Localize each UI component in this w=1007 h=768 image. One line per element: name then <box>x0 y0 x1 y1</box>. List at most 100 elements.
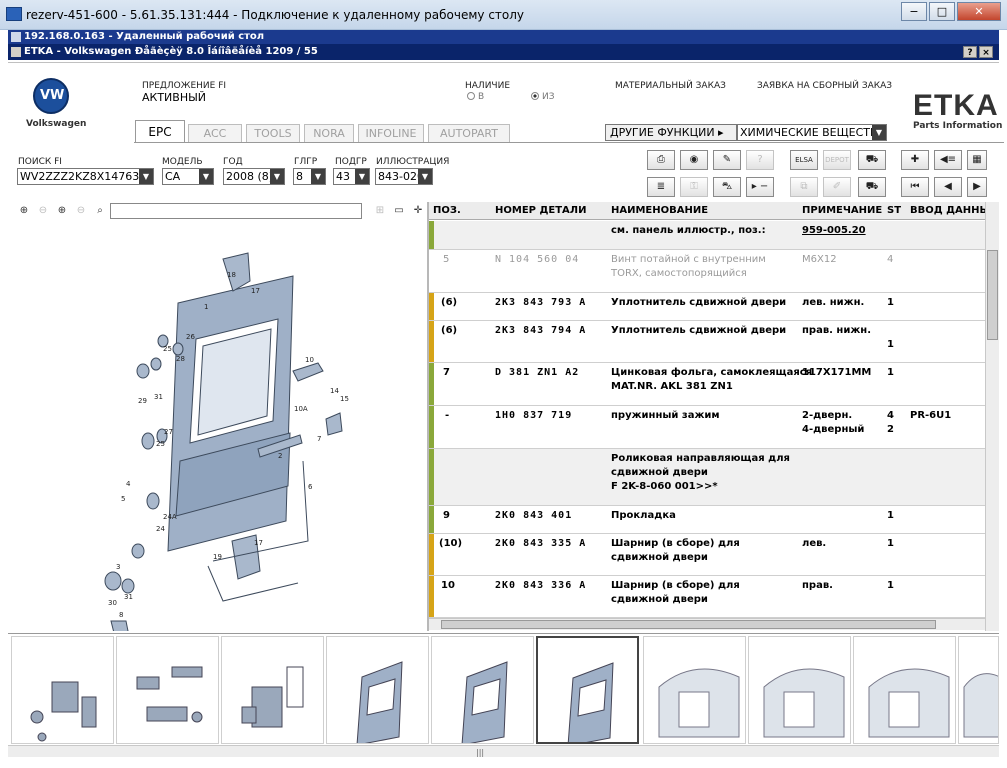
chevron-down-icon[interactable]: ▼ <box>139 169 153 184</box>
thumbnail[interactable] <box>748 636 851 744</box>
col-st[interactable]: ST <box>887 205 901 216</box>
pin-icon[interactable]: ✚ <box>901 150 929 170</box>
prev-icon[interactable]: ◀ <box>934 177 962 197</box>
col-part[interactable]: НОМЕР ДЕТАЛИ <box>495 205 586 216</box>
exploded-view-illustration[interactable]: 18 17 1 26 25 28 29 31 10 14 15 10A 7 27 25 45 2 6 2… <box>8 221 427 642</box>
zoom-reset-icon[interactable]: ⊖ <box>73 203 89 219</box>
zoom-out-icon[interactable]: ⊖ <box>35 203 51 219</box>
row-name-line3: F 2K-8-060 001>>* <box>611 481 718 492</box>
table-row[interactable]: 5 N 104 560 04 Винт потайной с внутренни… <box>429 250 985 293</box>
chemicals-combo[interactable]: ХИМИЧЕСКИЕ ВЕЩЕСТВА ▼ <box>737 124 887 141</box>
other-functions-button[interactable]: ДРУГИЕ ФУНКЦИИ ▸ <box>605 124 737 141</box>
table-row[interactable]: Роликовая направляющая для сдвижной двер… <box>429 449 985 506</box>
thumbnail[interactable] <box>116 636 219 744</box>
text-icon[interactable]: ≣ <box>647 177 675 197</box>
col-input[interactable]: ВВОД ДАННЫХ <box>910 205 985 216</box>
tab-epc[interactable]: EPC <box>135 120 185 143</box>
subgroup-select[interactable]: 43 ▼ <box>333 168 370 185</box>
table-row[interactable]: 10 2K0 843 336 A Шарнир (в сборе) для сд… <box>429 576 985 618</box>
table-row[interactable]: см. панель иллюстр., поз.: 959-005.20 <box>429 221 985 250</box>
chevron-down-icon[interactable]: ▼ <box>311 169 325 184</box>
thumbnail[interactable] <box>221 636 324 744</box>
split-view-icon[interactable]: ⊞ <box>372 203 388 219</box>
chevron-down-icon[interactable]: ▼ <box>355 169 369 184</box>
next-icon[interactable]: ▶ <box>967 177 987 197</box>
tab-acc[interactable]: ACC <box>188 124 242 142</box>
window-icon[interactable]: ▭ <box>391 203 407 219</box>
row-st-line2: 2 <box>887 424 894 435</box>
help-button[interactable]: ? <box>963 46 977 58</box>
illustration-select[interactable]: 843-020 ▼ <box>375 168 433 185</box>
chevron-down-icon[interactable]: ▼ <box>199 169 213 184</box>
move-icon[interactable]: ✛ <box>410 203 426 219</box>
scroll-thumb[interactable] <box>441 620 936 629</box>
model-select[interactable]: CA ▼ <box>162 168 214 185</box>
grid-icon[interactable]: ▦ <box>967 150 987 170</box>
table-horizontal-scrollbar[interactable] <box>429 618 985 630</box>
help-icon[interactable]: ? <box>746 150 774 170</box>
row-note: лев. нижн. <box>802 297 865 308</box>
col-pos[interactable]: ПОЗ. <box>433 205 461 216</box>
table-row[interactable]: (6) 2K3 843 794 A Уплотнитель сдвижной д… <box>429 321 985 363</box>
cart-icon[interactable]: ⛟ <box>858 150 886 170</box>
copy-icon[interactable]: ⧉ <box>790 177 818 197</box>
minimize-button[interactable]: − <box>901 2 927 21</box>
thumbnail[interactable] <box>431 636 534 744</box>
group-select[interactable]: 8 ▼ <box>293 168 326 185</box>
table-row[interactable]: - 1H0 837 719 пружинный зажим 2-дверн. 4… <box>429 406 985 449</box>
key-icon[interactable]: ⚿ <box>680 177 708 197</box>
col-name[interactable]: НАИМЕНОВАНИЕ <box>611 205 708 216</box>
assembly-order-label[interactable]: ЗАЯВКА НА СБОРНЫЙ ЗАКАЗ <box>757 81 892 91</box>
thumbnail[interactable] <box>326 636 429 744</box>
zoom-fit-icon[interactable]: ⊕ <box>54 203 70 219</box>
etka-close-button[interactable]: × <box>979 46 993 58</box>
table-vertical-scrollbar[interactable] <box>985 202 999 631</box>
row-marker <box>429 406 434 448</box>
year-select[interactable]: 2008 (8) ▼ <box>223 168 285 185</box>
print-icon[interactable]: ⎙ <box>647 150 675 170</box>
tab-autopart[interactable]: AUTOPART <box>428 124 510 142</box>
thumbnails-scrollbar[interactable]: ||| <box>8 745 999 757</box>
row-name-line1: Уплотнитель сдвижной двери <box>611 297 787 308</box>
thumbnail-selected[interactable] <box>536 636 639 744</box>
add-cart-icon[interactable]: ⛟ <box>858 177 886 197</box>
material-order-label[interactable]: МАТЕРИАЛЬНЫЙ ЗАКАЗ <box>615 81 726 91</box>
vin-search-input[interactable]: WV2ZZZ2KZ8X147637 ▼ <box>17 168 154 185</box>
table-row[interactable]: (10) 2K0 843 335 A Шарнир (в сборе) для … <box>429 534 985 576</box>
minus-icon[interactable]: ▸ − <box>746 177 774 197</box>
tab-tools[interactable]: TOOLS <box>246 124 300 142</box>
remote-desktop-icon <box>6 7 22 21</box>
tab-nora[interactable]: NORA <box>304 124 354 142</box>
availability-in-radio[interactable]: В <box>467 92 484 102</box>
close-button[interactable]: ✕ <box>957 2 1001 21</box>
svg-text:25: 25 <box>156 440 165 448</box>
thumbnail[interactable] <box>853 636 956 744</box>
row-note-link[interactable]: 959-005.20 <box>802 224 866 238</box>
table-row[interactable]: 7 D 381 ZN1 A2 Цинковая фольга, самоклея… <box>429 363 985 406</box>
zoom-in-icon[interactable]: ⊕ <box>16 203 32 219</box>
list-icon[interactable]: ◀≡ <box>934 150 962 170</box>
table-row[interactable]: (6) 2K3 843 793 A Уплотнитель сдвижной д… <box>429 293 985 321</box>
depot-icon[interactable]: DEPOT <box>823 150 851 170</box>
illustration-search-input[interactable] <box>110 203 362 219</box>
table-row[interactable]: 9 2K0 843 401 Прокладка 1 <box>429 506 985 534</box>
row-part-number: 2K3 843 793 A <box>495 297 587 308</box>
car-icon[interactable]: ⛍ <box>713 177 741 197</box>
scroll-thumb[interactable] <box>987 250 998 340</box>
first-icon[interactable]: ⏮ <box>901 177 929 197</box>
tab-infoline[interactable]: INFOLINE <box>358 124 424 142</box>
chevron-down-icon[interactable]: ▼ <box>418 169 432 184</box>
catalog-icon[interactable]: ◉ <box>680 150 708 170</box>
thumbnail[interactable] <box>958 636 999 744</box>
thumbnail[interactable] <box>643 636 746 744</box>
col-note[interactable]: ПРИМЕЧАНИЕ <box>802 205 882 216</box>
elsa-icon[interactable]: ELSA <box>790 150 818 170</box>
thumbnail[interactable] <box>11 636 114 744</box>
magnifier-icon[interactable]: ⌕ <box>92 203 108 219</box>
chevron-down-icon[interactable]: ▼ <box>270 169 284 184</box>
availability-from-radio[interactable]: ИЗ <box>531 92 555 102</box>
chevron-down-icon[interactable]: ▼ <box>872 125 886 140</box>
edit-icon[interactable]: ✐ <box>823 177 851 197</box>
tools-icon[interactable]: ✎ <box>713 150 741 170</box>
maximize-button[interactable]: □ <box>929 2 955 21</box>
